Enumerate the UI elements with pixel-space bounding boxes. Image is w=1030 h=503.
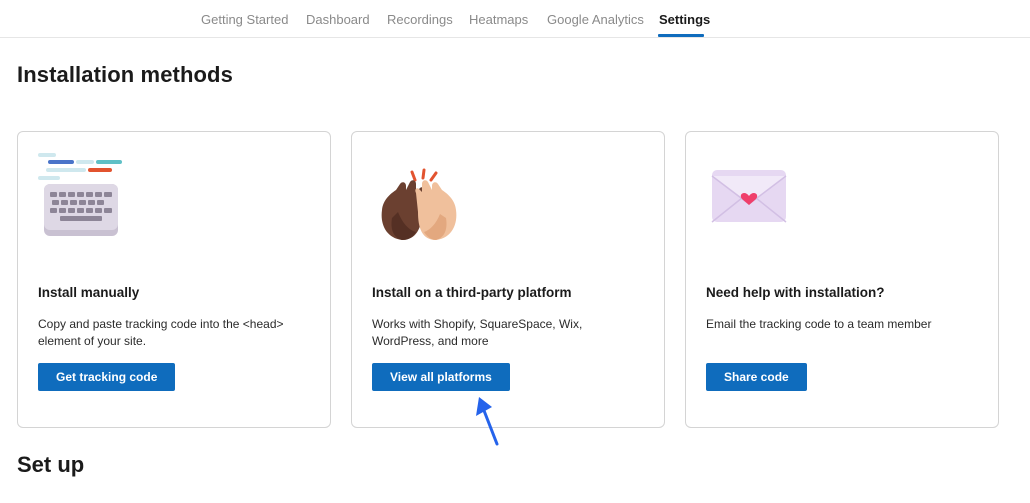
annotation-arrow-icon [476,397,499,446]
card-description: Email the tracking code to a team member [706,317,932,331]
install-manually-card: Install manually Copy and paste tracking… [17,131,331,428]
tab-settings[interactable]: Settings [659,12,710,27]
share-code-button[interactable]: Share code [706,363,807,391]
card-description: Works with Shopify, SquareSpace, Wix, Wo… [372,317,583,348]
card-title: Need help with installation? [706,285,885,300]
tab-heatmaps[interactable]: Heatmaps [469,12,528,27]
card-description: Copy and paste tracking code into the <h… [38,317,284,348]
tab-google-analytics[interactable]: Google Analytics [547,12,644,27]
top-navigation: Getting Started Dashboard Recordings Hea… [0,0,1030,38]
card-title: Install manually [38,285,140,300]
tab-dashboard[interactable]: Dashboard [306,12,370,27]
love-letter-icon [706,152,806,242]
view-all-platforms-button[interactable]: View all platforms [372,363,510,391]
third-party-platform-card: Install on a third-party platform Works … [351,131,665,428]
active-tab-indicator [658,34,704,37]
high-five-icon [372,152,472,242]
keyboard-icon [38,152,138,242]
installation-help-card: Need help with installation? Email the t… [685,131,999,428]
page-title: Installation methods [17,62,233,87]
tab-recordings[interactable]: Recordings [387,12,453,27]
get-tracking-code-button[interactable]: Get tracking code [38,363,176,391]
card-title: Install on a third-party platform [372,285,572,300]
section-title-set-up: Set up [17,452,85,477]
tab-getting-started[interactable]: Getting Started [201,12,288,27]
